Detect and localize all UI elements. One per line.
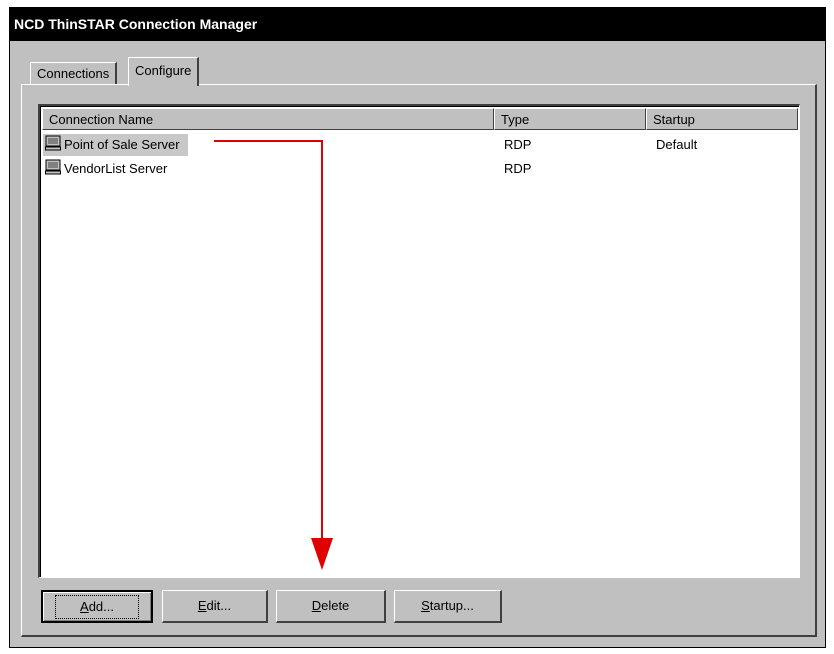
connection-name-cell[interactable]: VendorList Server [43, 158, 175, 180]
add-button-label: Add... [55, 595, 139, 619]
computer-icon [45, 159, 61, 175]
list-item[interactable]: VendorList Server RDP [43, 158, 797, 180]
computer-icon [45, 135, 61, 151]
window-title: NCD ThinSTAR Connection Manager [10, 8, 825, 41]
tab-configure[interactable]: Configure [128, 57, 200, 86]
connection-type-cell: RDP [504, 137, 532, 152]
delete-button-label: Delete [311, 598, 350, 613]
connection-startup-cell: Default [656, 137, 698, 152]
list-header: Connection Name Type Startup [42, 108, 798, 130]
edit-button-label: Edit... [197, 598, 232, 613]
delete-button[interactable]: Delete [276, 590, 386, 623]
startup-button[interactable]: Startup... [394, 590, 502, 623]
column-header-type[interactable]: Type [494, 108, 646, 130]
tab-connections[interactable]: Connections [30, 62, 118, 84]
connection-name-text: Point of Sale Server [64, 137, 180, 152]
edit-button[interactable]: Edit... [162, 590, 268, 623]
column-header-startup[interactable]: Startup [646, 108, 798, 130]
list-item[interactable]: Point of Sale Server RDP Default [43, 134, 797, 156]
connection-name-cell[interactable]: Point of Sale Server [43, 134, 188, 156]
column-header-connection-name[interactable]: Connection Name [42, 108, 494, 130]
startup-button-label: Startup... [421, 598, 474, 613]
connection-type-cell: RDP [504, 161, 532, 176]
connections-list[interactable]: Connection Name Type Startup Point of Sa… [38, 104, 800, 578]
connection-name-text: VendorList Server [64, 161, 168, 176]
add-button[interactable]: Add... [41, 590, 153, 623]
